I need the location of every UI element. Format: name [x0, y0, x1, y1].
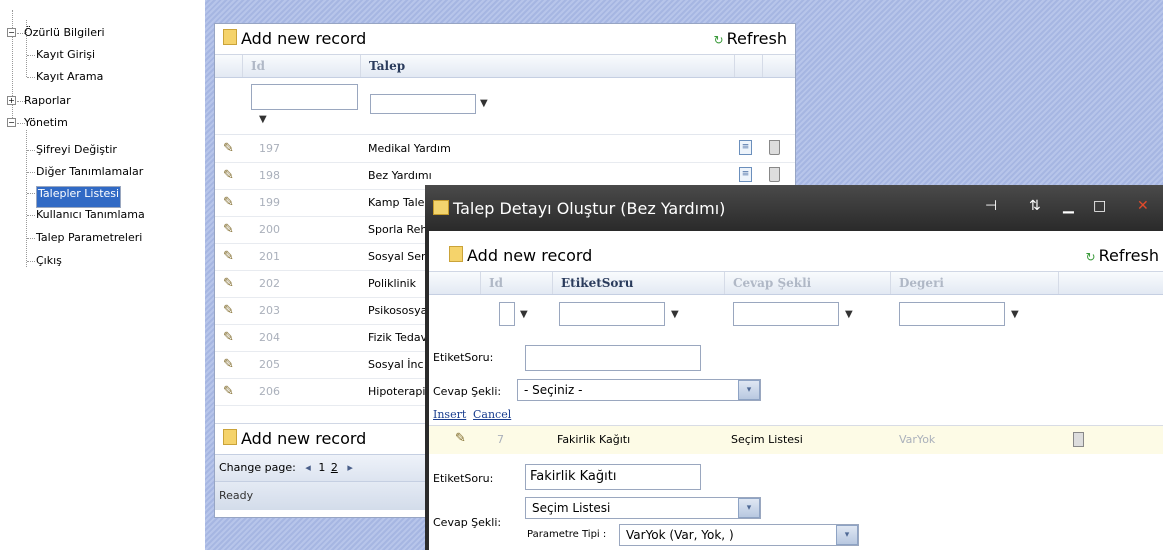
etiketsoru-label: EtiketSoru: — [433, 472, 494, 485]
table-row[interactable]: ✎ 197 Medikal Yardım ≡ — [215, 135, 795, 163]
window-content: Add new record ↻ Refresh Id EtiketSoru Ce… — [429, 231, 1163, 550]
column-header-id[interactable]: Id — [481, 272, 553, 294]
window-title: Talep Detayı Oluştur (Bez Yardımı) — [453, 199, 726, 218]
dropdown-icon[interactable]: ▾ — [738, 498, 760, 518]
detail-icon[interactable]: ≡ — [739, 167, 752, 182]
page-link[interactable]: 2 — [331, 461, 338, 474]
pin-icon[interactable]: ⊣ — [985, 198, 997, 214]
prev-page-icon[interactable]: ◂ — [305, 461, 311, 474]
close-icon[interactable]: ✕ — [1137, 198, 1149, 214]
filter-icon[interactable]: ▼ — [480, 98, 488, 109]
cevap-sekli-label: Cevap Şekli: — [433, 385, 502, 398]
add-new-record-button[interactable]: Add new record — [449, 246, 592, 265]
etiketsoru-input[interactable] — [525, 345, 701, 371]
filter-icon[interactable]: ▼ — [259, 114, 267, 125]
grid-header: Id EtiketSoru Cevap Şekli Degeri — [429, 272, 1163, 295]
cevap-sekli-label: Cevap Şekli: — [433, 516, 502, 529]
grid-header: Id Talep — [215, 55, 795, 78]
add-record-icon — [223, 29, 237, 45]
tree-node-kayit-girisi[interactable]: Kayıt Girişi — [36, 48, 95, 62]
collapse-toggle[interactable]: − — [7, 28, 16, 37]
add-record-icon — [223, 429, 237, 445]
table-row[interactable]: ✎ 7 Fakirlik Kağıtı Seçim Listesi VarYok — [429, 425, 1163, 455]
cancel-link[interactable]: Cancel — [473, 408, 511, 421]
filter-icon[interactable]: ▼ — [1011, 309, 1019, 320]
delete-icon[interactable] — [769, 140, 780, 155]
column-header-id[interactable]: Id — [243, 55, 361, 77]
tree-node-kullanici-tanimlama[interactable]: Kullanıcı Tanımlama — [36, 208, 145, 222]
filter-icon[interactable]: ▼ — [671, 309, 679, 320]
talep-detay-window: Talep Detayı Oluştur (Bez Yardımı) ⊣ ⇅ ▁… — [425, 185, 1163, 550]
etiketsoru-label: EtiketSoru: — [433, 351, 494, 364]
delete-icon[interactable] — [769, 167, 780, 182]
edit-icon[interactable]: ✎ — [223, 330, 234, 345]
etiket-filter-input[interactable] — [559, 302, 665, 326]
cevap-sekli-select[interactable]: - Seçiniz - ▾ — [517, 379, 761, 401]
reload-icon[interactable]: ⇅ — [1029, 198, 1041, 214]
edit-icon[interactable]: ✎ — [223, 276, 234, 291]
edit-icon[interactable]: ✎ — [223, 222, 234, 237]
degeri-filter-input[interactable] — [899, 302, 1005, 326]
dropdown-icon[interactable]: ▾ — [738, 380, 760, 400]
tree-node-ozurlu-bilgileri[interactable]: Özürlü Bilgileri — [24, 26, 105, 40]
parametre-tipi-select[interactable]: VarYok (Var, Yok, ) ▾ — [619, 524, 859, 546]
edit-form: EtiketSoru: Fakirlik Kağıtı Cevap Şekli:… — [429, 454, 1163, 550]
edit-icon[interactable]: ✎ — [223, 168, 234, 183]
refresh-button[interactable]: ↻ Refresh — [714, 29, 787, 48]
page-link[interactable]: 1 — [318, 461, 325, 474]
tree-node-cikis[interactable]: Çıkış — [36, 254, 62, 268]
edit-icon[interactable]: ✎ — [223, 384, 234, 399]
window-titlebar[interactable]: Talep Detayı Oluştur (Bez Yardımı) ⊣ ⇅ ▁… — [425, 185, 1163, 231]
edit-icon[interactable]: ✎ — [223, 141, 234, 156]
parametre-tipi-label: Parametre Tipi : — [527, 529, 607, 540]
delete-icon[interactable] — [1073, 432, 1084, 447]
maximize-icon[interactable]: □ — [1093, 198, 1106, 214]
pager-label: Change page: — [219, 461, 296, 474]
edit-icon[interactable]: ✎ — [223, 249, 234, 264]
refresh-button[interactable]: ↻ Refresh — [1086, 246, 1159, 265]
id-filter-input[interactable] — [499, 302, 515, 326]
filter-icon[interactable]: ▼ — [520, 309, 528, 320]
etiketsoru-input[interactable]: Fakirlik Kağıtı — [525, 464, 701, 490]
tree-node-diger-tanimlamalar[interactable]: Diğer Tanımlamalar — [36, 165, 143, 179]
add-new-record-button[interactable]: Add new record — [223, 429, 366, 448]
expand-toggle[interactable]: + — [7, 96, 16, 105]
command-bar: Add new record ↻ Refresh — [429, 241, 1163, 272]
column-header-etiketsoru[interactable]: EtiketSoru — [553, 272, 725, 294]
add-record-icon — [449, 246, 463, 262]
column-header-cevap-sekli[interactable]: Cevap Şekli — [725, 272, 891, 294]
navigation-tree: − Özürlü Bilgileri Kayıt Girişi Kayıt Ar… — [0, 0, 205, 550]
add-new-record-button[interactable]: Add new record — [223, 29, 366, 48]
refresh-icon: ↻ — [1085, 250, 1096, 264]
edit-icon[interactable]: ✎ — [223, 195, 234, 210]
column-header-degeri[interactable]: Degeri — [891, 272, 1059, 294]
collapse-toggle[interactable]: − — [7, 118, 16, 127]
filter-row: ▼ ▼ — [215, 78, 795, 135]
column-header-talep[interactable]: Talep — [361, 55, 735, 77]
tree-node-talepler-listesi[interactable]: Talepler Listesi — [36, 186, 122, 208]
window-icon — [433, 200, 449, 215]
filter-row: ▼ ▼ ▼ ▼ — [429, 295, 1163, 336]
tree-node-sifreyi-degistir[interactable]: Şifreyi Değiştir — [36, 143, 117, 157]
edit-icon[interactable]: ✎ — [455, 431, 466, 446]
tree-node-yonetim[interactable]: Yönetim — [24, 116, 68, 130]
tree-node-kayit-arama[interactable]: Kayıt Arama — [36, 70, 103, 84]
cevap-sekli-select[interactable]: Seçim Listesi ▾ — [525, 497, 761, 519]
id-filter-input[interactable] — [251, 84, 358, 110]
insert-link[interactable]: Insert — [433, 408, 466, 421]
insert-form: EtiketSoru: Cevap Şekli: - Seçiniz - ▾ I… — [429, 335, 1163, 421]
tree-node-talep-parametreleri[interactable]: Talep Parametreleri — [36, 231, 142, 245]
minimize-icon[interactable]: ▁ — [1063, 198, 1074, 214]
edit-icon[interactable]: ✎ — [223, 357, 234, 372]
talep-filter-input[interactable] — [370, 94, 476, 114]
dropdown-icon[interactable]: ▾ — [836, 525, 858, 545]
filter-icon[interactable]: ▼ — [845, 309, 853, 320]
refresh-icon: ↻ — [713, 33, 724, 47]
next-page-icon[interactable]: ▸ — [347, 461, 353, 474]
edit-icon[interactable]: ✎ — [223, 303, 234, 318]
tree-node-raporlar[interactable]: Raporlar — [24, 94, 71, 108]
cevap-filter-input[interactable] — [733, 302, 839, 326]
command-bar: Add new record ↻ Refresh — [215, 24, 795, 55]
detail-icon[interactable]: ≡ — [739, 140, 752, 155]
